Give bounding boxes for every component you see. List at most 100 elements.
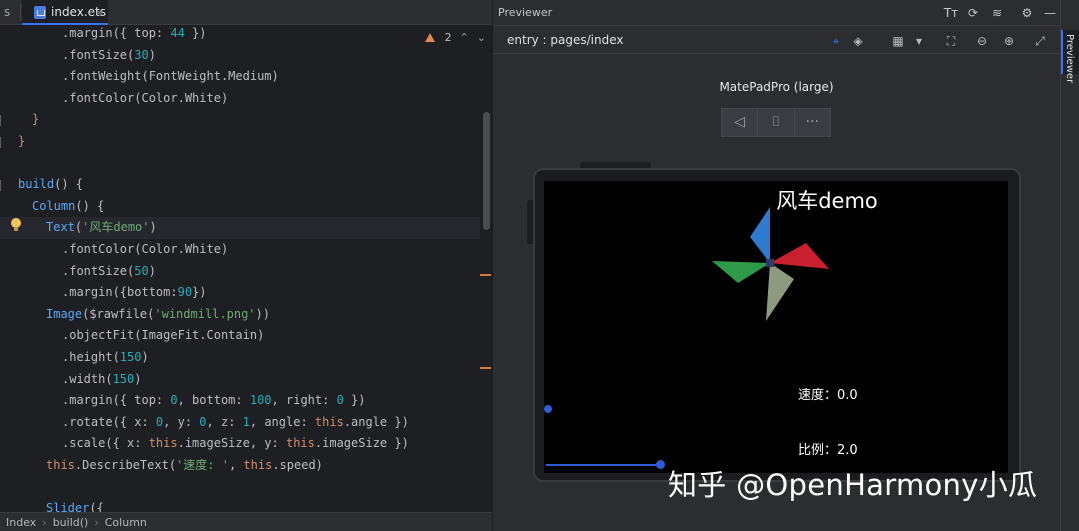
layers-icon[interactable]: ◈: [849, 32, 867, 50]
code-token: .scale({ x:: [62, 436, 149, 451]
tab-separator: [20, 4, 21, 21]
device-screen[interactable]: 风车demo 速度：0.0 比例：2.0: [544, 181, 1008, 473]
windmill-blade-gray: [766, 263, 794, 321]
fit-screen-icon[interactable]: ⛶: [942, 32, 960, 50]
breadcrumb: Index › build() › Column: [0, 512, 492, 531]
ratio-slider-track[interactable]: [546, 464, 661, 466]
device-controls: ◁ ⌷ ···: [721, 108, 831, 137]
inspect-icon[interactable]: ⌖: [827, 32, 845, 50]
rotate-button[interactable]: ⌷: [758, 109, 795, 136]
code-line[interactable]: .fontWeight(FontWeight.Medium): [0, 66, 279, 88]
code-token: 0: [170, 393, 178, 408]
code-token: .imageSize }): [314, 436, 409, 451]
gear-icon[interactable]: ⚙: [1019, 5, 1035, 21]
prev-highlight-icon[interactable]: ⌃: [460, 31, 469, 44]
breadcrumb-item[interactable]: Index: [6, 516, 36, 529]
code-token: 0: [199, 414, 207, 429]
code-line[interactable]: build() {: [0, 174, 83, 196]
code-line[interactable]: .fontSize(30): [0, 45, 156, 67]
code-line[interactable]: .margin({ top: 44 }): [0, 23, 207, 45]
code-token: () {: [75, 198, 105, 213]
code-line[interactable]: .fontColor(Color.White): [0, 239, 228, 261]
code-line[interactable]: Column() {: [0, 196, 104, 218]
code-line-text: Column() {: [0, 199, 104, 213]
warning-icon: [424, 32, 435, 42]
code-line-text: .objectFit(ImageFit.Contain): [0, 328, 264, 342]
partial-tab[interactable]: s: [0, 0, 14, 25]
code-token: }: [32, 112, 40, 127]
code-line-text: .height(150): [0, 350, 149, 364]
expand-icon[interactable]: ⤢: [1031, 32, 1049, 50]
code-token: ): [149, 220, 157, 235]
code-token: , bottom:: [177, 393, 250, 408]
code-token: , angle:: [249, 414, 315, 429]
code-line[interactable]: }: [0, 109, 39, 131]
code-token: 'windmill.png': [154, 306, 256, 321]
code-line[interactable]: this.DescribeText('速度: ', this.speed): [0, 455, 323, 477]
inspection-widget[interactable]: 2 ⌃ ⌄: [424, 28, 486, 46]
code-line-text: .rotate({ x: 0, y: 0, z: 1, angle: this.…: [0, 415, 409, 429]
code-token: .margin({: [62, 26, 135, 40]
fold-marker[interactable]: [0, 180, 3, 191]
windmill-image: [712, 207, 829, 321]
code-line-text: .margin({ top: 0, bottom: 100, right: 0 …: [0, 393, 366, 407]
next-highlight-icon[interactable]: ⌄: [477, 31, 486, 44]
close-tab-icon[interactable]: ×: [95, 0, 104, 25]
back-button[interactable]: ◁: [722, 109, 759, 136]
ratio-text: 比例：2.0: [798, 443, 858, 458]
speed-slider-thumb[interactable]: [544, 405, 552, 413]
filter-icon[interactable]: ≋: [989, 5, 1005, 21]
code-line[interactable]: }: [0, 131, 25, 153]
code-token: , right:: [271, 393, 337, 408]
editor-scrollbar[interactable]: [483, 112, 490, 230]
breadcrumb-item[interactable]: Column: [105, 516, 147, 529]
code-line[interactable]: .width(150): [0, 369, 142, 391]
code-token: .width(: [62, 371, 113, 386]
fold-marker[interactable]: [0, 137, 3, 148]
more-button[interactable]: ···: [795, 109, 830, 136]
fold-marker[interactable]: [0, 115, 3, 126]
windmill-hub: [766, 259, 774, 267]
code-line-text: .fontColor(Color.White): [0, 242, 228, 256]
windmill-blade-red: [770, 243, 829, 269]
grid-icon[interactable]: ▦: [889, 32, 907, 50]
code-line[interactable]: .rotate({ x: 0, y: 0, z: 1, angle: this.…: [0, 412, 409, 434]
code-line[interactable]: .margin({ top: 0, bottom: 100, right: 0 …: [0, 390, 366, 412]
code-line[interactable]: Text('风车demo'): [0, 217, 480, 239]
code-editor[interactable]: s index.ets × .margin({ top: 44 }) .fontS…: [0, 0, 492, 531]
windmill-blade-green: [712, 261, 770, 283]
breadcrumb-item[interactable]: build(): [53, 516, 89, 529]
code-line-text: .fontWeight(FontWeight.Medium): [0, 69, 279, 83]
code-token: .fontWeight(FontWeight.Medium): [62, 69, 279, 84]
code-token: Text: [46, 220, 75, 235]
zoom-out-icon[interactable]: ⊖: [973, 32, 991, 50]
code-line-text: .margin({bottom:90}): [0, 285, 207, 299]
font-size-icon[interactable]: Tт: [943, 5, 959, 21]
code-token: Column: [32, 198, 76, 213]
code-token: this: [148, 436, 178, 451]
ratio-slider-thumb[interactable]: [656, 460, 665, 469]
code-line[interactable]: .objectFit(ImageFit.Contain): [0, 325, 264, 347]
lightbulb-icon[interactable]: [10, 218, 22, 232]
code-line-text: .width(150): [0, 372, 142, 386]
code-line[interactable]: .height(150): [0, 347, 149, 369]
watermark: 知乎 @OpenHarmony小瓜: [668, 468, 1038, 502]
code-token: build: [18, 177, 55, 192]
code-token: this: [243, 458, 273, 472]
code-line[interactable]: .fontSize(50): [0, 261, 156, 283]
ets-file-icon: [34, 6, 46, 19]
code-token: ): [148, 47, 156, 62]
code-token: ): [134, 371, 142, 386]
zoom-in-icon[interactable]: ⊕: [1000, 32, 1018, 50]
code-line[interactable]: .scale({ x: this.imageSize, y: this.imag…: [0, 433, 409, 455]
code-line[interactable]: .margin({bottom:90}): [0, 282, 207, 304]
code-token: 30: [134, 47, 149, 62]
code-line[interactable]: .fontColor(Color.White): [0, 88, 228, 110]
dropdown-icon[interactable]: ▾: [910, 32, 928, 50]
refresh-icon[interactable]: ⟳: [965, 5, 981, 21]
code-token: () {: [54, 177, 84, 192]
code-line[interactable]: Image($rawfile('windmill.png')): [0, 304, 270, 326]
device-name: MatePadPro (large): [719, 80, 834, 94]
code-token: top:: [134, 26, 171, 40]
minimize-icon[interactable]: —: [1042, 5, 1058, 21]
